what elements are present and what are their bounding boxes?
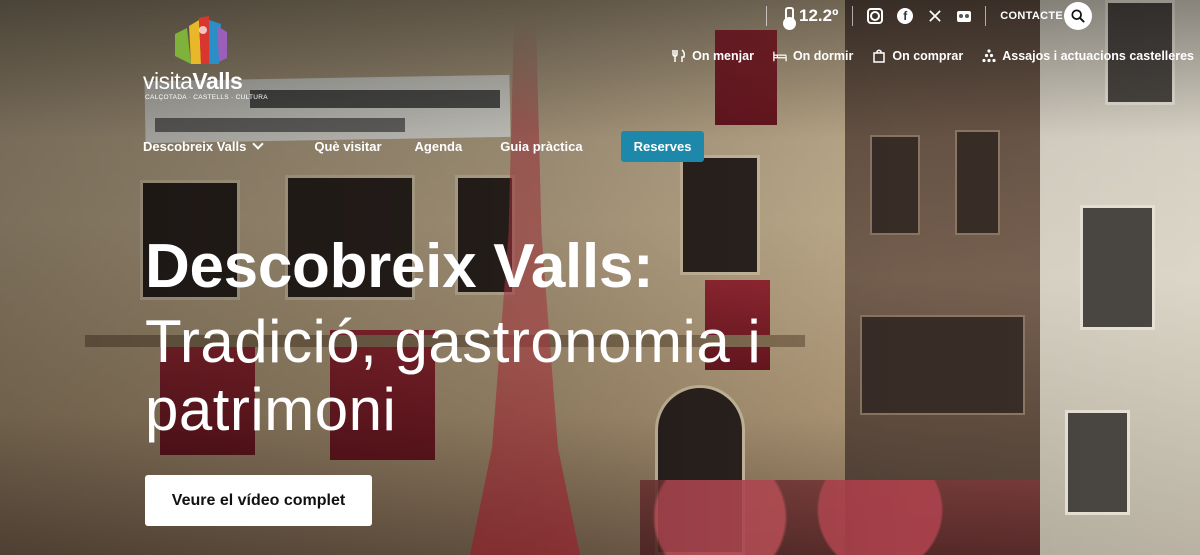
instagram-icon[interactable]	[867, 8, 884, 24]
weather-widget: 12.2º	[781, 6, 839, 30]
chevron-down-icon	[252, 138, 265, 150]
nav-agenda[interactable]: Agenda	[415, 139, 463, 154]
nav-assajos-castelleres[interactable]: Assajos i actuacions castelleres	[982, 49, 1194, 63]
secondary-nav: On menjar On dormir On comprar Assajos i…	[672, 49, 1194, 63]
flickr-icon[interactable]	[957, 10, 972, 22]
bed-icon	[773, 51, 787, 62]
logo-text-light: visita	[143, 68, 193, 94]
hero-subtitle: Tradició, gastronomia i patrimoni	[145, 308, 762, 443]
divider	[985, 6, 987, 26]
nav-descobreix-valls[interactable]: Descobreix Valls	[143, 138, 265, 154]
hero-title: Descobreix Valls:	[145, 232, 654, 301]
main-nav: Descobreix Valls Què visitar Agenda Guia…	[143, 131, 705, 162]
nav-label: Assajos i actuacions castelleres	[1002, 49, 1194, 63]
shopping-bag-icon	[873, 49, 886, 63]
x-icon[interactable]	[927, 8, 943, 24]
nav-on-comprar[interactable]: On comprar	[872, 49, 963, 63]
logo-text-bold: Valls	[192, 68, 243, 94]
reserves-button[interactable]: Reserves	[620, 131, 705, 162]
search-button[interactable]	[1064, 2, 1092, 30]
social-links: f	[867, 8, 972, 24]
nav-label: Descobreix Valls	[143, 139, 247, 154]
temperature-value: 12.2º	[799, 6, 839, 25]
thermometer-icon	[781, 7, 796, 30]
nav-label: On comprar	[892, 49, 964, 63]
contact-link[interactable]: CONTACTE	[1000, 10, 1063, 22]
nav-label: On menjar	[692, 49, 754, 63]
facebook-icon[interactable]: f	[897, 8, 914, 24]
divider	[852, 6, 854, 26]
nav-label: On dormir	[792, 49, 854, 63]
site-logo[interactable]: visitaValls CALÇOTADA · CASTELLS · CULTU…	[143, 16, 268, 106]
divider	[766, 6, 767, 26]
nav-guia-practica[interactable]: Guia pràctica	[500, 139, 582, 154]
nav-on-menjar[interactable]: On menjar	[672, 49, 754, 63]
utility-bar: 12.2º f CONTACTE	[752, 5, 1092, 30]
cutlery-icon	[672, 49, 686, 62]
human-tower-icon	[982, 49, 996, 63]
logo-mark-icon	[175, 16, 227, 64]
watch-video-button[interactable]: Veure el vídeo complet	[145, 475, 372, 526]
nav-on-dormir[interactable]: On dormir	[773, 49, 853, 63]
search-icon	[1071, 9, 1085, 23]
logo-wordmark: visitaValls	[143, 68, 243, 95]
nav-que-visitar[interactable]: Què visitar	[314, 139, 381, 154]
logo-tagline: CALÇOTADA · CASTELLS · CULTURA	[145, 94, 268, 101]
